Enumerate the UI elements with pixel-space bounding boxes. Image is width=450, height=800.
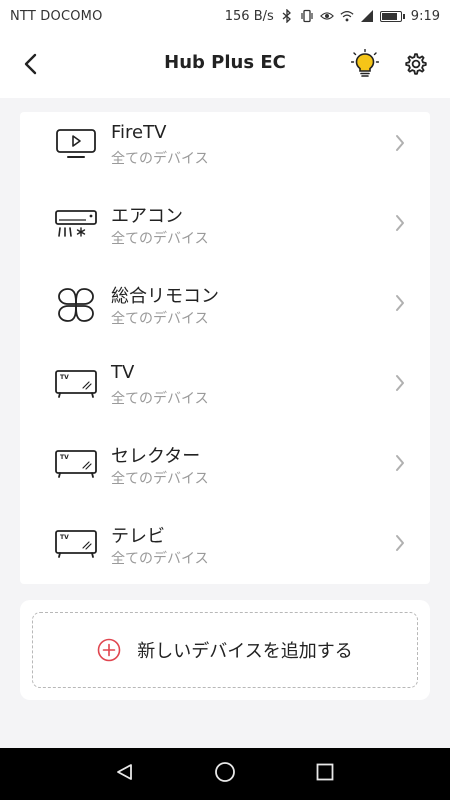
- device-name: テレビ: [111, 526, 165, 547]
- device-subtitle: 全てのデバイス: [111, 231, 209, 247]
- app-header: Hub Plus EC: [0, 32, 450, 98]
- settings-button[interactable]: [398, 49, 432, 83]
- device-name: エアコン: [111, 206, 183, 227]
- device-name: セレクター: [111, 446, 201, 467]
- chevron-left-icon: [23, 53, 37, 79]
- tv-icon: TV: [54, 448, 98, 480]
- device-row-universal-remote[interactable]: 総合リモコン 全てのデバイス: [20, 272, 430, 352]
- home-circle-icon: [214, 761, 236, 787]
- device-name: TV: [111, 362, 135, 383]
- device-subtitle: 全てのデバイス: [111, 391, 209, 407]
- wifi-icon: [340, 9, 354, 23]
- device-row-television[interactable]: TV テレビ 全てのデバイス: [20, 512, 430, 592]
- nav-home-button[interactable]: [210, 759, 240, 789]
- universal-remote-icon: [54, 288, 98, 322]
- add-device-button[interactable]: 新しいデバイスを追加する: [32, 612, 418, 688]
- device-row-tv[interactable]: TV TV 全てのデバイス: [20, 352, 430, 432]
- add-device-label: 新しいデバイスを追加する: [137, 641, 353, 662]
- device-subtitle: 全てのデバイス: [111, 471, 209, 487]
- clock: 9:19: [410, 8, 440, 24]
- status-bar: NTT DOCOMO 156 B/s 9:19: [0, 0, 450, 32]
- net-speed: 156 B/s: [224, 8, 274, 24]
- carrier-name: NTT DOCOMO: [10, 8, 103, 24]
- device-row-air-conditioner[interactable]: エアコン 全てのデバイス: [20, 192, 430, 272]
- eye-icon: [319, 9, 334, 23]
- device-row-firetv[interactable]: FireTV 全てのデバイス: [20, 112, 430, 192]
- tv-icon: TV: [54, 528, 98, 560]
- nav-back-button[interactable]: [110, 759, 140, 789]
- fire-tv-icon: [54, 128, 98, 160]
- device-row-selector[interactable]: TV セレクター 全てのデバイス: [20, 432, 430, 512]
- vibrate-icon: [300, 9, 314, 23]
- tv-icon: TV: [54, 368, 98, 400]
- back-triangle-icon: [115, 762, 135, 786]
- recents-square-icon: [316, 763, 334, 785]
- svg-text:TV: TV: [60, 534, 69, 541]
- chevron-right-icon: [390, 132, 410, 154]
- add-device-card: 新しいデバイスを追加する: [20, 600, 430, 700]
- device-name: 総合リモコン: [111, 286, 219, 307]
- chevron-right-icon: [390, 532, 410, 554]
- system-nav-bar: [0, 748, 450, 800]
- chevron-right-icon: [390, 212, 410, 234]
- device-subtitle: 全てのデバイス: [111, 551, 209, 567]
- status-indicators: 156 B/s 9:19: [225, 9, 440, 24]
- plus-circle-icon: [97, 638, 121, 662]
- chevron-right-icon: [390, 452, 410, 474]
- device-list: FireTV 全てのデバイス エアコン 全てのデバイス 総合リモコン 全てのデバ…: [20, 112, 430, 584]
- device-subtitle: 全てのデバイス: [111, 151, 209, 167]
- device-name: FireTV: [111, 122, 167, 143]
- bluetooth-icon: [280, 9, 294, 23]
- signal-icon: [360, 9, 374, 23]
- nav-recents-button[interactable]: [310, 759, 340, 789]
- page-title: Hub Plus EC: [164, 52, 286, 73]
- air-conditioner-icon: [54, 208, 98, 240]
- light-toggle-button[interactable]: [348, 48, 382, 83]
- chevron-right-icon: [390, 292, 410, 314]
- svg-text:TV: TV: [60, 374, 69, 381]
- chevron-right-icon: [390, 372, 410, 394]
- light-bulb-icon: [350, 48, 380, 83]
- device-subtitle: 全てのデバイス: [111, 311, 209, 327]
- svg-text:TV: TV: [60, 454, 69, 461]
- gear-icon: [403, 52, 427, 80]
- battery-icon: [379, 10, 405, 22]
- back-button[interactable]: [14, 50, 46, 82]
